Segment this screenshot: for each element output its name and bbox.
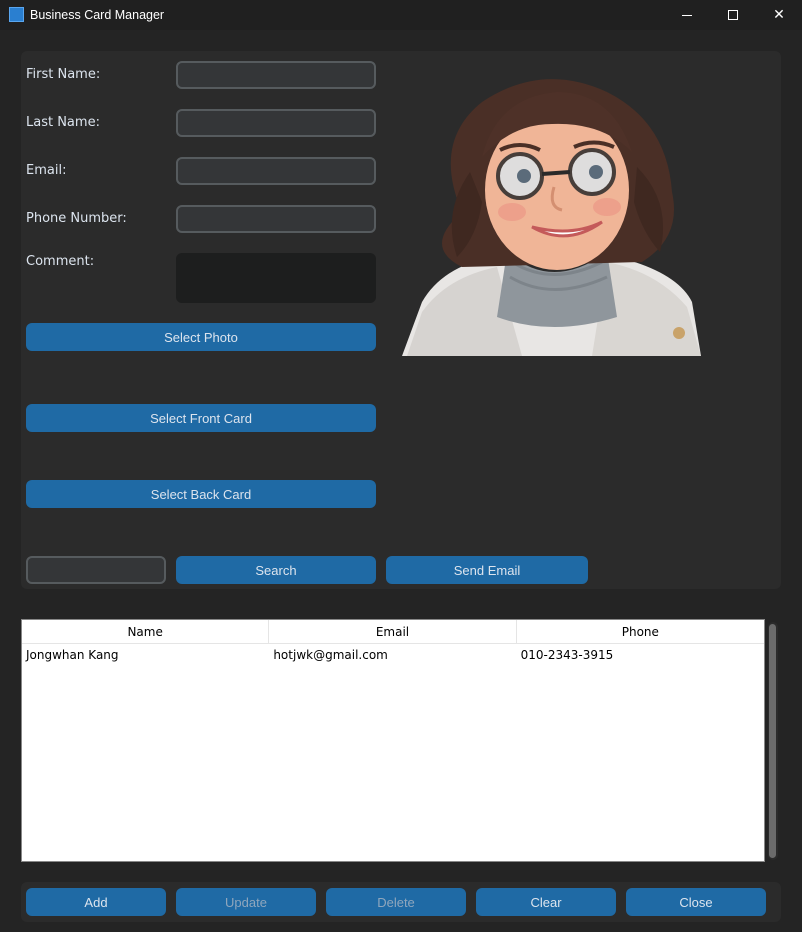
send-email-button[interactable]: Send Email [386,556,588,584]
close-button[interactable]: Close [626,888,766,916]
cell-phone: 010-2343-3915 [520,648,614,662]
select-front-card-button[interactable]: Select Front Card [26,404,376,432]
minimize-icon [682,14,692,16]
email-label: Email: [26,163,67,178]
table-row[interactable]: Jongwhan Kang hotjwk@gmail.com 010-2343-… [22,644,764,666]
last-name-label: Last Name: [26,115,100,130]
search-input[interactable] [26,556,166,584]
select-photo-button[interactable]: Select Photo [26,323,376,351]
close-window-button[interactable]: ✕ [756,0,802,30]
delete-button[interactable]: Delete [326,888,466,916]
contact-photo [402,62,701,356]
close-icon: ✕ [773,7,785,23]
maximize-button[interactable] [710,0,756,30]
app-icon [9,7,24,22]
comment-textbox[interactable] [176,253,376,303]
cell-email: hotjwk@gmail.com [273,648,388,662]
first-name-label: First Name: [26,67,101,82]
last-name-input[interactable] [176,109,376,137]
select-back-card-button[interactable]: Select Back Card [26,480,376,508]
clear-button[interactable]: Clear [476,888,616,916]
contacts-table[interactable]: Name Email Phone Jongwhan Kang hotjwk@gm… [21,619,765,862]
phone-input[interactable] [176,205,376,233]
column-header-phone[interactable]: Phone [517,620,764,643]
update-button[interactable]: Update [176,888,316,916]
scrollbar-thumb[interactable] [769,624,776,858]
window-title: Business Card Manager [30,8,165,22]
title-bar: Business Card Manager ✕ [0,0,802,30]
table-scrollbar[interactable] [768,622,778,860]
email-input[interactable] [176,157,376,185]
column-header-name[interactable]: Name [22,620,270,643]
portrait-illustration [402,79,701,356]
comment-label: Comment: [26,254,95,269]
column-header-email[interactable]: Email [269,620,517,643]
cell-name: Jongwhan Kang [26,648,119,662]
table-header: Name Email Phone [22,620,764,644]
add-button[interactable]: Add [26,888,166,916]
maximize-icon [728,10,738,20]
minimize-button[interactable] [664,0,710,30]
first-name-input[interactable] [176,61,376,89]
search-button[interactable]: Search [176,556,376,584]
phone-label: Phone Number: [26,211,127,226]
